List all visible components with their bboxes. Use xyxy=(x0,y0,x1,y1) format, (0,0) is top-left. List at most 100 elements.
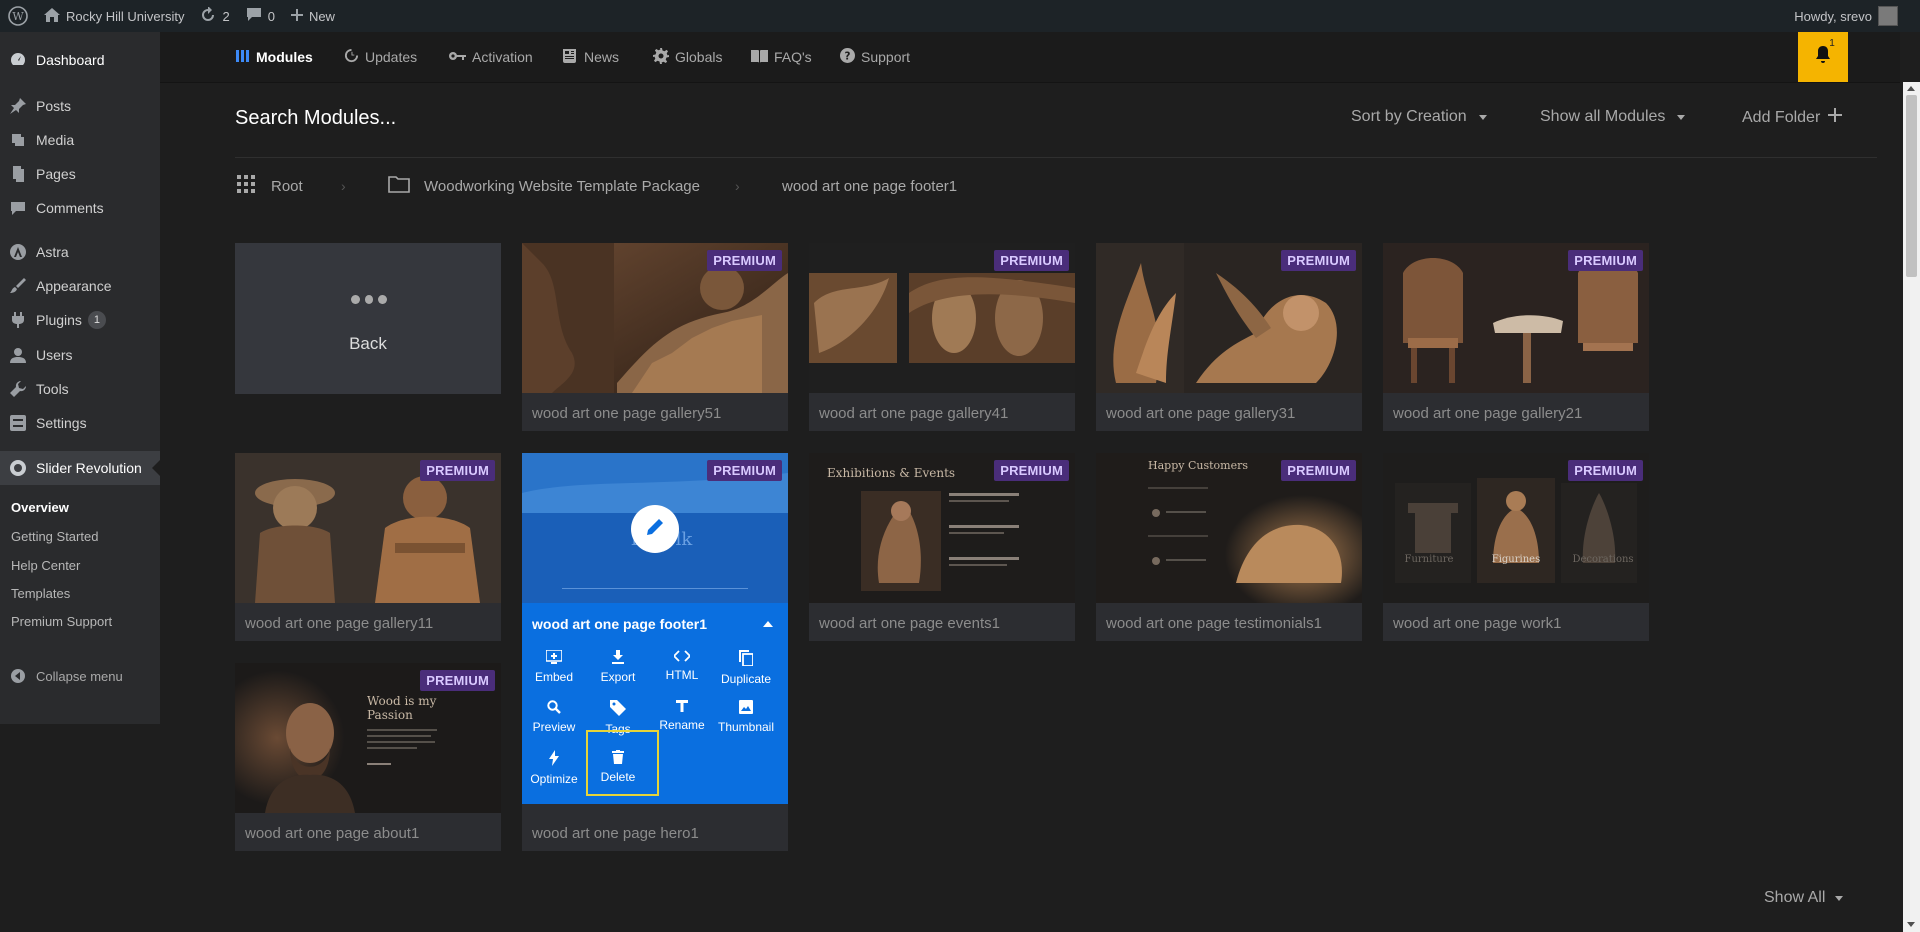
news-icon xyxy=(563,48,578,66)
notifications-button[interactable]: 1 xyxy=(1798,32,1848,82)
scrollbar-thumb[interactable] xyxy=(1906,95,1917,277)
module-title: wood art one page gallery11 xyxy=(245,615,434,632)
chevron-up-icon[interactable] xyxy=(763,621,773,627)
modules-icon xyxy=(236,49,250,65)
notification-count: 1 xyxy=(1829,38,1835,49)
module-card[interactable]: PREMIUM wood art one page gallery11 xyxy=(235,453,501,641)
module-card[interactable]: PREMIUM wood art one page gallery41 xyxy=(809,243,1075,431)
sidebar-item-dashboard[interactable]: Dashboard xyxy=(0,43,160,77)
sidebar-item-label: Comments xyxy=(36,200,104,216)
scroll-down-icon[interactable] xyxy=(1907,922,1915,927)
module-card[interactable]: Wood is my Passion PREMIUM wood art one … xyxy=(235,663,501,851)
help-icon: ? xyxy=(840,48,855,66)
sidebar-item-plugins[interactable]: Plugins 1 xyxy=(0,303,160,337)
search-modules-input[interactable]: Search Modules... xyxy=(235,107,396,130)
chevron-down-icon xyxy=(1835,895,1844,901)
selected-module-card[interactable]: Le lk PREMIUM wood art one page footer1 … xyxy=(522,453,788,804)
tab-globals[interactable]: Globals xyxy=(653,32,722,82)
embed-button[interactable]: Embed xyxy=(522,649,586,690)
module-thumbnail: PREMIUM xyxy=(1096,243,1362,393)
module-card[interactable]: Exhibitions & Events PREMIUM wood art on… xyxy=(809,453,1075,641)
preview-button[interactable]: Preview xyxy=(522,700,586,740)
plugin-icon xyxy=(8,310,28,330)
sidebar-item-label: Plugins xyxy=(36,312,82,328)
sidebar-item-posts[interactable]: Posts xyxy=(0,89,160,123)
module-thumbnail: Le lk PREMIUM xyxy=(522,453,788,603)
sidebar-item-slider-revolution[interactable]: Slider Revolution xyxy=(0,451,160,485)
revolution-icon xyxy=(8,458,28,478)
optimize-button[interactable]: Optimize xyxy=(522,750,586,790)
submenu-templates[interactable]: Templates xyxy=(11,586,70,601)
premium-badge: PREMIUM xyxy=(1568,460,1643,481)
site-name-link[interactable]: Rocky Hill University xyxy=(36,0,192,32)
comments-link[interactable]: 0 xyxy=(238,0,283,32)
plugins-update-badge: 1 xyxy=(87,311,106,329)
scroll-up-icon[interactable] xyxy=(1907,86,1915,91)
breadcrumb-root[interactable]: Root xyxy=(237,175,303,197)
module-card[interactable]: PREMIUM wood art one page gallery51 xyxy=(522,243,788,431)
sidebar-item-label: Pages xyxy=(36,166,76,182)
new-content-link[interactable]: New xyxy=(283,0,343,32)
sidebar-item-label: Tools xyxy=(36,381,69,397)
premium-badge: PREMIUM xyxy=(420,670,495,691)
collapse-menu-button[interactable]: Collapse menu xyxy=(0,659,160,693)
html-button[interactable]: HTML xyxy=(650,650,714,690)
show-all-dropdown[interactable]: Show All xyxy=(1764,889,1844,907)
thumbnail-button[interactable]: Thumbnail xyxy=(714,700,778,740)
account-menu[interactable]: Howdy, srevo xyxy=(1794,0,1898,32)
wordpress-logo-icon[interactable]: W xyxy=(0,0,36,32)
sidebar-item-astra[interactable]: Astra xyxy=(0,235,160,269)
sidebar-item-label: Settings xyxy=(36,415,87,431)
tab-modules[interactable]: Modules xyxy=(236,32,313,82)
add-folder-button[interactable]: Add Folder xyxy=(1742,108,1843,127)
sidebar-item-users[interactable]: Users xyxy=(0,338,160,372)
module-card[interactable]: Happy Customers PREMIUM wood art one pag… xyxy=(1096,453,1362,641)
breadcrumb-folder[interactable]: Woodworking Website Template Package xyxy=(388,175,700,197)
breadcrumb-separator-icon: › xyxy=(341,178,346,194)
sort-dropdown[interactable]: Sort by Creation xyxy=(1351,108,1487,126)
plus-icon xyxy=(1828,108,1843,127)
submenu-premium-support[interactable]: Premium Support xyxy=(11,614,112,629)
tab-faqs[interactable]: FAQ's xyxy=(751,32,812,82)
action-label: HTML xyxy=(665,668,699,682)
sort-label: Sort by Creation xyxy=(1351,108,1467,125)
action-label: Duplicate xyxy=(720,672,772,686)
premium-badge: PREMIUM xyxy=(707,460,782,481)
chevron-down-icon xyxy=(1677,114,1686,120)
premium-badge: PREMIUM xyxy=(994,250,1069,271)
module-thumbnail: Furniture Figurines Decorations PREMIUM xyxy=(1383,453,1649,603)
updates-link[interactable]: 2 xyxy=(192,0,237,32)
rename-button[interactable]: Rename xyxy=(650,700,714,740)
tab-activation[interactable]: Activation xyxy=(448,32,533,82)
duplicate-button[interactable]: Duplicate xyxy=(714,650,778,690)
media-icon xyxy=(8,130,28,150)
brush-icon xyxy=(8,276,28,296)
sidebar-item-media[interactable]: Media xyxy=(0,123,160,157)
export-button[interactable]: Export xyxy=(586,650,650,690)
module-card[interactable]: Furniture Figurines Decorations PREMIUM … xyxy=(1383,453,1649,641)
sidebar-item-tools[interactable]: Tools xyxy=(0,372,160,406)
tab-updates[interactable]: Updates xyxy=(344,32,417,82)
submenu-getting-started[interactable]: Getting Started xyxy=(11,529,98,544)
new-label: New xyxy=(308,8,335,24)
sidebar-item-pages[interactable]: Pages xyxy=(0,157,160,191)
tab-support[interactable]: ? Support xyxy=(840,32,910,82)
sidebar-item-appearance[interactable]: Appearance xyxy=(0,269,160,303)
back-button[interactable]: Back xyxy=(235,243,501,394)
show-all-label: Show All xyxy=(1764,889,1826,906)
tab-news[interactable]: News xyxy=(563,32,619,82)
tab-label: Globals xyxy=(675,49,723,65)
filter-dropdown[interactable]: Show all Modules xyxy=(1540,108,1686,126)
module-card[interactable]: PREMIUM wood art one page gallery21 xyxy=(1383,243,1649,431)
tab-label: News xyxy=(584,49,620,65)
sidebar-item-settings[interactable]: Settings xyxy=(0,406,160,440)
thumb-heading: Passion xyxy=(367,708,413,722)
submenu-help-center[interactable]: Help Center xyxy=(11,558,80,573)
module-card[interactable]: PREMIUM wood art one page gallery31 xyxy=(1096,243,1362,431)
chevron-down-icon xyxy=(1478,114,1487,120)
sidebar-item-comments[interactable]: Comments xyxy=(0,191,160,225)
edit-button[interactable] xyxy=(631,505,679,553)
key-icon xyxy=(448,49,466,65)
module-title: wood art one page about1 xyxy=(245,825,420,842)
submenu-overview[interactable]: Overview xyxy=(11,500,69,515)
